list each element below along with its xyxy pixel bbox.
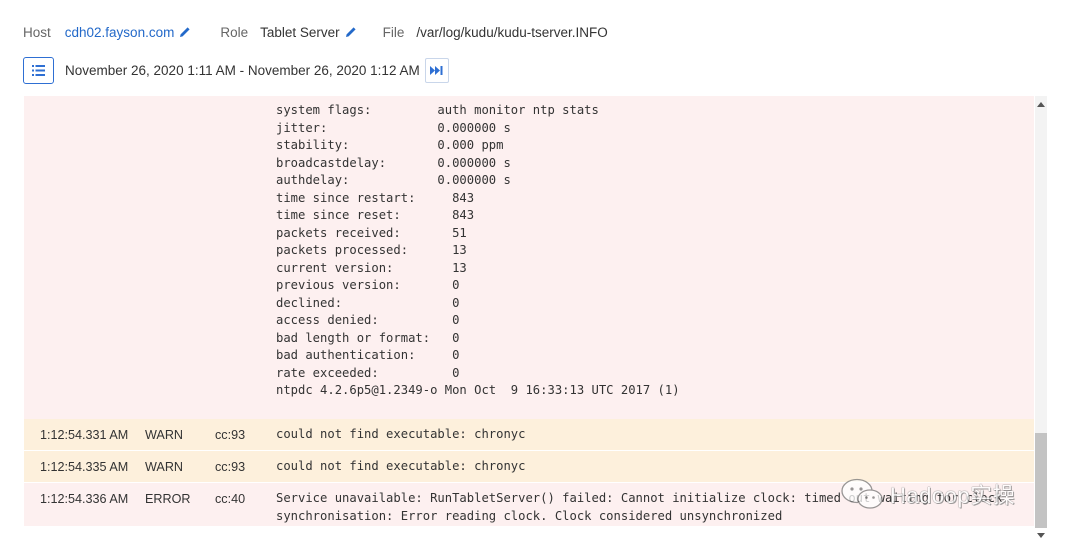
log-message: could not find executable: chronyc <box>276 459 526 473</box>
time-range-text[interactable]: November 26, 2020 1:11 AM - November 26,… <box>65 63 420 78</box>
log-message: could not find executable: chronyc <box>276 427 526 441</box>
scrollbar-thumb[interactable] <box>1035 433 1047 528</box>
role-label: Role <box>220 24 249 40</box>
watermark: Hadoop实操 <box>840 478 1015 510</box>
log-source: cc:93 <box>215 460 246 474</box>
log-detail-line: packets processed: 13 <box>276 243 467 257</box>
log-detail-line: rate exceeded: 0 <box>276 365 460 380</box>
log-level: WARN <box>145 428 184 442</box>
log-detail-line: access denied: 0 <box>276 313 460 327</box>
log-detail-line: bad authentication: 0 <box>276 348 460 362</box>
log-entry-expanded: system flags: auth monitor ntp stats jitt… <box>24 96 1034 419</box>
log-detail-line: authdelay: 0.000000 s <box>276 173 511 187</box>
log-viewer[interactable]: system flags: auth monitor ntp stats jitt… <box>24 96 1034 526</box>
log-detail-line: system flags: auth monitor ntp stats <box>276 103 599 117</box>
log-level: ERROR <box>145 492 191 506</box>
log-level: WARN <box>145 460 184 474</box>
wechat-icon <box>841 478 883 509</box>
log-detail-line: bad length or format: 0 <box>276 330 460 345</box>
log-detail-line: time since reset: 843 <box>276 208 475 222</box>
log-detail-line: ntpdc 4.2.6p5@1.2349-o Mon Oct 9 16:33:1… <box>276 383 680 397</box>
log-row[interactable]: 1:12:54.331 AM WARN cc:93 could not find… <box>24 419 1034 450</box>
log-detail-line: jitter: 0.000000 s <box>276 120 511 135</box>
log-header: Host cdh02.fayson.com Role Tablet Server… <box>23 22 608 42</box>
log-detail-line: previous version: 0 <box>276 278 460 292</box>
log-detail-line: current version: 13 <box>276 260 467 275</box>
log-time: 1:12:54.331 AM <box>40 428 129 442</box>
role-value: Tablet Server <box>260 24 340 40</box>
pencil-icon[interactable] <box>345 26 357 38</box>
host-label: Host <box>23 24 51 40</box>
watermark-text: Hadoop实操 <box>890 483 1016 508</box>
log-detail-line: packets received: 51 <box>276 225 467 240</box>
file-path: /var/log/kudu/kudu-tserver.INFO <box>416 24 608 40</box>
log-time: 1:12:54.335 AM <box>40 460 129 474</box>
scroll-up-arrow-icon[interactable] <box>1037 102 1045 107</box>
host-link[interactable]: cdh02.fayson.com <box>65 25 175 40</box>
list-toggle-button[interactable] <box>23 56 54 84</box>
scroll-down-arrow-icon[interactable] <box>1037 533 1045 538</box>
log-entry-detail: system flags: auth monitor ntp stats jitt… <box>276 102 680 400</box>
pencil-icon[interactable] <box>179 26 191 38</box>
list-icon <box>32 64 45 76</box>
log-detail-line: broadcastdelay: 0.000000 s <box>276 155 511 170</box>
fast-forward-icon <box>430 65 443 75</box>
log-detail-line: time since restart: 843 <box>276 190 475 205</box>
jump-to-end-button[interactable] <box>424 57 449 83</box>
log-detail-line: declined: 0 <box>276 295 460 310</box>
log-detail-line: stability: 0.000 ppm <box>276 138 504 152</box>
log-source: cc:93 <box>215 428 246 442</box>
log-time: 1:12:54.336 AM <box>40 492 129 506</box>
file-label: File <box>382 24 405 40</box>
time-range-bar: November 26, 2020 1:11 AM - November 26,… <box>23 56 449 84</box>
log-source: cc:40 <box>215 492 246 506</box>
